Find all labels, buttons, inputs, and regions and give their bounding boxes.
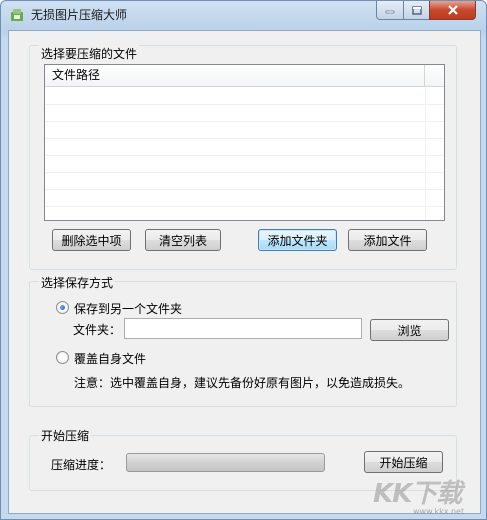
close-icon	[447, 5, 458, 15]
minimize-icon	[385, 10, 395, 14]
delete-selected-button[interactable]: 删除选中项	[52, 229, 131, 251]
start-compress-button[interactable]: 开始压缩	[364, 451, 443, 473]
save-to-folder-radio[interactable]	[56, 301, 69, 314]
file-group-title: 选择要压缩的文件	[39, 45, 140, 62]
folder-path-input[interactable]	[124, 318, 362, 339]
row-gridline	[45, 206, 444, 207]
browse-button[interactable]: 浏览	[370, 319, 449, 341]
column-header-filler	[425, 65, 444, 87]
row-gridline	[45, 155, 444, 156]
add-folder-button[interactable]: 添加文件夹	[258, 229, 337, 251]
overwrite-note: 注意：选中覆盖自身，建议先备份好原有图片，以免造成损失。	[74, 376, 411, 390]
overwrite-label[interactable]: 覆盖自身文件	[74, 350, 146, 367]
close-button[interactable]	[429, 1, 476, 20]
row-gridline	[45, 121, 444, 122]
row-gridline	[45, 138, 444, 139]
window-title: 无损图片压缩大师	[31, 8, 128, 22]
column-header-path[interactable]: 文件路径	[45, 65, 425, 87]
file-list[interactable]: 文件路径	[44, 64, 445, 221]
column-gridline	[425, 87, 426, 220]
compress-group-title: 开始压缩	[39, 427, 92, 444]
maximize-button[interactable]	[403, 1, 430, 20]
row-gridline	[45, 189, 444, 190]
app-window: 无损图片压缩大师 选择要压缩的文件 文件路径 删除选中项 清空列表 添加文件夹 …	[0, 0, 487, 520]
progress-label: 压缩进度：	[51, 458, 112, 472]
save-to-folder-label[interactable]: 保存到另一个文件夹	[74, 300, 182, 317]
folder-label: 文件夹：	[73, 323, 122, 337]
maximize-icon	[411, 5, 422, 15]
clear-list-button[interactable]: 清空列表	[145, 229, 221, 251]
save-group-title: 选择保存方式	[39, 274, 116, 291]
row-gridline	[45, 172, 444, 173]
compress-progress-bar	[126, 453, 325, 472]
client-area: 选择要压缩的文件 文件路径 删除选中项 清空列表 添加文件夹 添加文件 选择保存…	[8, 30, 481, 514]
row-gridline	[45, 104, 444, 105]
radio-selected-dot	[60, 305, 65, 310]
minimize-button[interactable]	[376, 1, 404, 20]
add-file-button[interactable]: 添加文件	[348, 229, 427, 251]
overwrite-radio[interactable]	[56, 351, 69, 364]
app-icon	[11, 9, 23, 21]
title-bar[interactable]: 无损图片压缩大师	[1, 1, 486, 27]
